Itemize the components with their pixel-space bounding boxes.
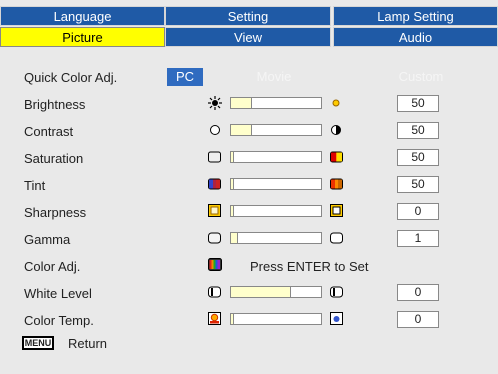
color-temp-slider-fill [231,314,234,324]
quick-color-label: Quick Color Adj. [24,70,118,85]
gamma-value[interactable]: 1 [397,230,439,247]
white-level-high-icon [330,286,343,298]
tab-language[interactable]: Language [0,6,165,26]
saturation-value[interactable]: 50 [397,149,439,166]
brightness-slider-fill [231,98,252,108]
contrast-high-icon [331,125,341,135]
mode-movie[interactable]: Movie [239,68,309,86]
tab-setting[interactable]: Setting [165,6,331,26]
tab-view[interactable]: View [165,27,331,47]
white-level-value[interactable]: 0 [397,284,439,301]
top-tab-row: Language Setting Lamp Setting [0,6,498,28]
sharpness-slider-fill [231,206,234,216]
gamma-low-icon [208,232,221,244]
sharpness-low-icon [208,204,221,217]
sharpness-high-icon [330,204,343,217]
mode-pc[interactable]: PC [167,68,203,86]
return-label[interactable]: Return [68,336,107,351]
color-temp-label: Color Temp. [24,313,94,328]
contrast-label: Contrast [24,124,74,139]
color-temp-warm-icon [208,312,221,325]
gamma-label: Gamma [24,232,71,247]
color-temp-value[interactable]: 0 [397,311,439,328]
gamma-slider[interactable] [230,232,322,244]
gamma-slider-fill [231,233,239,243]
saturation-high-icon [330,151,343,163]
brightness-high-icon [332,99,340,107]
contrast-low-icon [210,125,220,135]
tint-slider[interactable] [230,178,322,190]
menu-key-icon: MENU [22,336,54,350]
sharpness-label: Sharpness [24,205,87,220]
color-temp-cool-icon [330,312,343,325]
brightness-low-icon [208,96,222,110]
contrast-slider-fill [231,125,252,135]
tab-lamp-setting[interactable]: Lamp Setting [333,6,498,26]
tint-value[interactable]: 50 [397,176,439,193]
saturation-low-icon [208,151,221,163]
color-adj-hint[interactable]: Press ENTER to Set [250,259,368,274]
tab-picture[interactable]: Picture [0,27,165,47]
saturation-slider[interactable] [230,151,322,163]
tab-audio[interactable]: Audio [333,27,498,47]
white-level-low-icon [208,286,221,298]
sharpness-slider[interactable] [230,205,322,217]
brightness-slider[interactable] [230,97,322,109]
color-bars-icon [208,258,222,271]
tint-label: Tint [24,178,46,193]
color-temp-slider[interactable] [230,313,322,325]
mode-custom[interactable]: Custom [386,68,456,86]
saturation-label: Saturation [24,151,84,166]
tint-high-icon [330,178,343,190]
brightness-label: Brightness [24,97,86,112]
color-adj-label: Color Adj. [24,259,81,274]
saturation-slider-fill [231,152,234,162]
tint-slider-fill [231,179,234,189]
tint-low-icon [208,178,221,190]
brightness-value[interactable]: 50 [397,95,439,112]
contrast-value[interactable]: 50 [397,122,439,139]
white-level-label: White Level [24,286,92,301]
white-level-slider[interactable] [230,286,322,298]
sharpness-value[interactable]: 0 [397,203,439,220]
gamma-high-icon [330,232,343,244]
white-level-slider-fill [231,287,291,297]
contrast-slider[interactable] [230,124,322,136]
bottom-tab-row: Picture View Audio [0,27,498,49]
